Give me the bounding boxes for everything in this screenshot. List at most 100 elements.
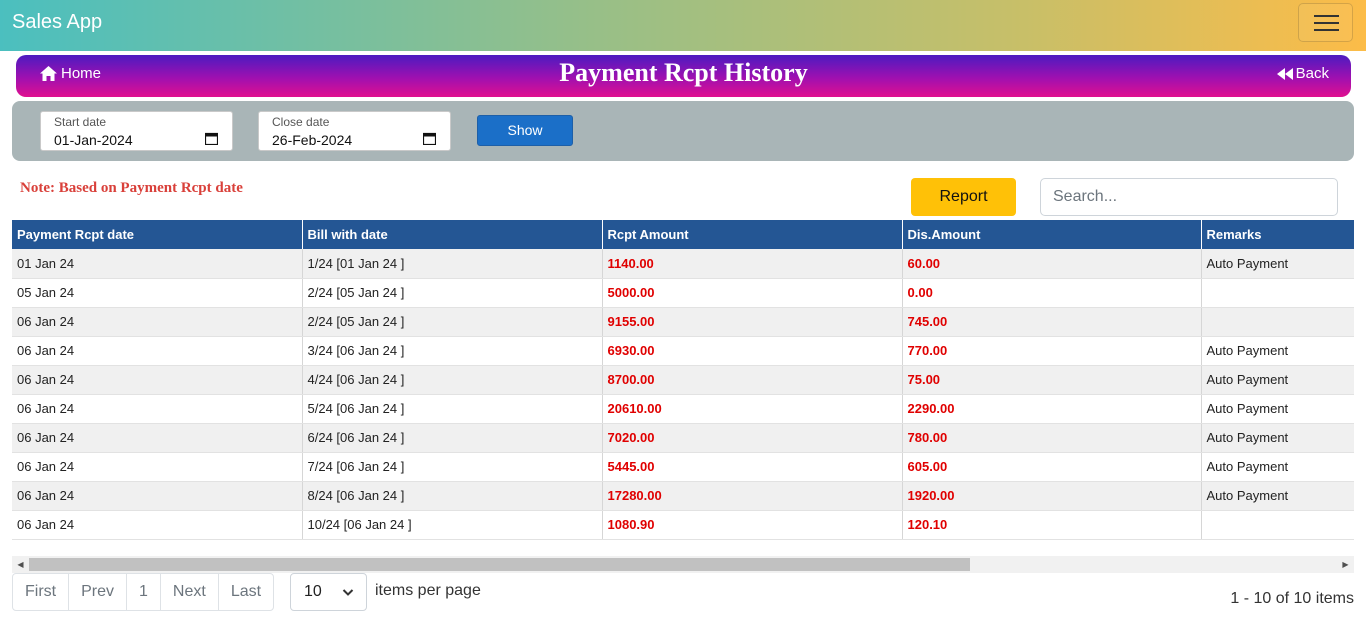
table-cell: Auto Payment xyxy=(1201,336,1354,366)
scroll-left-icon[interactable]: ◀ xyxy=(12,556,29,573)
chevron-down-icon xyxy=(342,589,354,596)
app-brand[interactable]: Sales App xyxy=(12,11,102,34)
table-cell: 06 Jan 24 xyxy=(12,481,303,511)
table-cell: Auto Payment xyxy=(1201,452,1354,482)
table-cell: 745.00 xyxy=(902,307,1202,337)
page-size-value: 10 xyxy=(304,583,322,600)
page-next-button[interactable]: Next xyxy=(161,574,219,610)
table-cell: Auto Payment xyxy=(1201,423,1354,453)
table-row[interactable]: 06 Jan 24 4/24 [06 Jan 24 ] 8700.00 75.00 Au… xyxy=(12,365,1354,395)
column-header[interactable]: Payment Rcpt date xyxy=(12,220,303,249)
table-cell: Auto Payment xyxy=(1201,394,1354,424)
title-bar: Home Payment Rcpt History Back xyxy=(16,55,1351,97)
table-cell: 06 Jan 24 xyxy=(12,307,303,337)
table-cell: 1/24 [01 Jan 24 ] xyxy=(302,249,603,279)
table-cell: 2290.00 xyxy=(902,394,1202,424)
table-row[interactable]: 06 Jan 24 10/24 [06 Jan 24 ] 1080.90 120.10 xyxy=(12,510,1354,540)
table-cell: 7020.00 xyxy=(602,423,903,453)
start-date-value[interactable]: 01-Jan-2024 xyxy=(54,132,133,148)
table-row[interactable]: 06 Jan 24 6/24 [06 Jan 24 ] 7020.00 780.00 A… xyxy=(12,423,1354,453)
table-cell: Auto Payment xyxy=(1201,249,1354,279)
table-cell: 5000.00 xyxy=(602,278,903,308)
close-date-value[interactable]: 26-Feb-2024 xyxy=(272,132,352,148)
table-cell: 8700.00 xyxy=(602,365,903,395)
column-header[interactable]: Remarks xyxy=(1201,220,1354,249)
table-cell: 770.00 xyxy=(902,336,1202,366)
table-cell: 17280.00 xyxy=(602,481,903,511)
table-cell: 4/24 [06 Jan 24 ] xyxy=(302,365,603,395)
table-cell: 06 Jan 24 xyxy=(12,423,303,453)
table-row[interactable]: 01 Jan 24 1/24 [01 Jan 24 ] 1140.00 60.00 Au… xyxy=(12,249,1354,279)
back-label: Back xyxy=(1295,65,1329,82)
scroll-right-icon[interactable]: ▶ xyxy=(1337,556,1354,573)
table-cell: Auto Payment xyxy=(1201,481,1354,511)
table-cell: 5445.00 xyxy=(602,452,903,482)
close-date-label: Close date xyxy=(272,115,330,129)
table-cell: 01 Jan 24 xyxy=(12,249,303,279)
table-cell: 0.00 xyxy=(902,278,1202,308)
table-cell: 6930.00 xyxy=(602,336,903,366)
table-row[interactable]: 05 Jan 24 2/24 [05 Jan 24 ] 5000.00 0.00 xyxy=(12,278,1354,308)
table-cell: 6/24 [06 Jan 24 ] xyxy=(302,423,603,453)
table-cell: 7/24 [06 Jan 24 ] xyxy=(302,452,603,482)
table-cell: 8/24 [06 Jan 24 ] xyxy=(302,481,603,511)
table-cell: 120.10 xyxy=(902,510,1202,540)
table-cell: 2/24 [05 Jan 24 ] xyxy=(302,278,603,308)
table-cell: 06 Jan 24 xyxy=(12,365,303,395)
report-button[interactable]: Report xyxy=(911,178,1016,216)
search-input[interactable] xyxy=(1040,178,1338,216)
payment-table: Payment Rcpt date Bill with date Rcpt Amou… xyxy=(12,220,1354,540)
page-number-button[interactable]: 1 xyxy=(127,574,161,610)
table-cell: 3/24 [06 Jan 24 ] xyxy=(302,336,603,366)
calendar-icon[interactable] xyxy=(423,132,436,145)
filter-bar: Start date 01-Jan-2024 Close date 26-Feb… xyxy=(12,101,1354,161)
close-date-field[interactable]: Close date 26-Feb-2024 xyxy=(258,111,451,151)
pagination-range: 1 - 10 of 10 items xyxy=(1230,590,1354,607)
table-cell: 1140.00 xyxy=(602,249,903,279)
table-row[interactable]: 06 Jan 24 3/24 [06 Jan 24 ] 6930.00 770.00 A… xyxy=(12,336,1354,366)
table-row[interactable]: 06 Jan 24 2/24 [05 Jan 24 ] 9155.00 745.00 xyxy=(12,307,1354,337)
table-cell: 06 Jan 24 xyxy=(12,452,303,482)
page-last-button[interactable]: Last xyxy=(219,574,273,610)
table-cell: 1080.90 xyxy=(602,510,903,540)
backward-icon xyxy=(1276,67,1293,80)
table-cell: 06 Jan 24 xyxy=(12,336,303,366)
column-header[interactable]: Rcpt Amount xyxy=(602,220,903,249)
menu-toggle-button[interactable] xyxy=(1298,3,1353,42)
table-cell xyxy=(1201,307,1354,337)
back-link[interactable]: Back xyxy=(1276,65,1329,82)
table-cell: Auto Payment xyxy=(1201,365,1354,395)
table-cell: 2/24 [05 Jan 24 ] xyxy=(302,307,603,337)
calendar-icon[interactable] xyxy=(205,132,218,145)
pagination: First Prev 1 Next Last xyxy=(12,573,275,611)
items-per-page-label: items per page xyxy=(375,582,481,599)
top-navbar: Sales App xyxy=(0,0,1366,51)
table-row[interactable]: 06 Jan 24 8/24 [06 Jan 24 ] 17280.00 1920.0… xyxy=(12,481,1354,511)
hamburger-icon xyxy=(1314,15,1339,17)
column-header[interactable]: Dis.Amount xyxy=(902,220,1202,249)
start-date-field[interactable]: Start date 01-Jan-2024 xyxy=(40,111,233,151)
table-cell xyxy=(1201,510,1354,540)
table-cell: 605.00 xyxy=(902,452,1202,482)
table-cell: 75.00 xyxy=(902,365,1202,395)
page-first-button[interactable]: First xyxy=(13,574,70,610)
table-cell xyxy=(1201,278,1354,308)
page-title: Payment Rcpt History xyxy=(559,58,808,87)
table-cell: 05 Jan 24 xyxy=(12,278,303,308)
start-date-label: Start date xyxy=(54,115,107,129)
page-size-select[interactable]: 10 xyxy=(290,573,367,611)
scrollbar-thumb[interactable] xyxy=(29,558,970,571)
note-text: Note: Based on Payment Rcpt date xyxy=(20,180,243,196)
page-prev-button[interactable]: Prev xyxy=(69,574,128,610)
table-row[interactable]: 06 Jan 24 7/24 [06 Jan 24 ] 5445.00 605.00 A… xyxy=(12,452,1354,482)
table-row[interactable]: 06 Jan 24 5/24 [06 Jan 24 ] 20610.00 2290.0… xyxy=(12,394,1354,424)
column-header[interactable]: Bill with date xyxy=(302,220,603,249)
horizontal-scrollbar[interactable]: ◀ ▶ xyxy=(12,556,1354,573)
table-cell: 5/24 [06 Jan 24 ] xyxy=(302,394,603,424)
table-cell: 10/24 [06 Jan 24 ] xyxy=(302,510,603,540)
table-body: 01 Jan 24 1/24 [01 Jan 24 ] 1140.00 60.00 Au… xyxy=(12,249,1354,540)
table-cell: 60.00 xyxy=(902,249,1202,279)
table-cell: 20610.00 xyxy=(602,394,903,424)
table-cell: 9155.00 xyxy=(602,307,903,337)
show-button[interactable]: Show xyxy=(477,115,573,146)
